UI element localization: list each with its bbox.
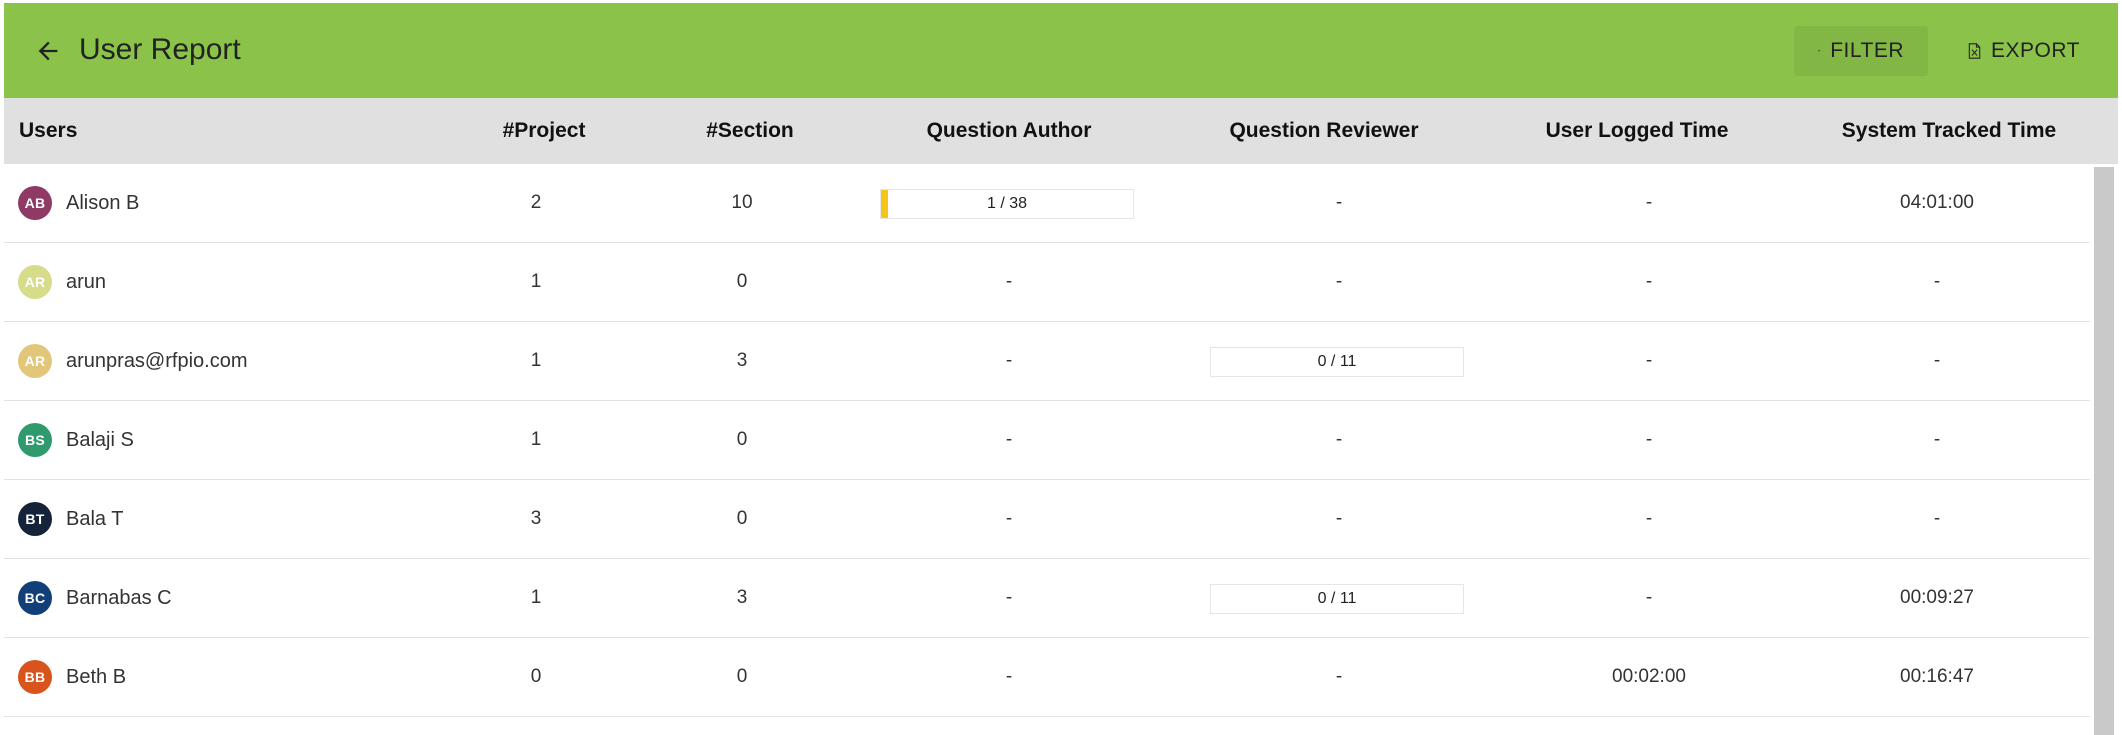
user-name[interactable]: Barnabas C <box>66 587 172 610</box>
question-author-value: - <box>1005 666 1013 687</box>
excel-file-icon <box>1968 43 1981 59</box>
table-row[interactable]: BT Bala T 3 0 - - - - <box>4 480 2090 559</box>
system-tracked-time: 04:01:00 <box>1900 192 1974 213</box>
table-header: Users #Project #Section Question Author … <box>4 98 2118 164</box>
avatar: BS <box>18 423 52 457</box>
section-count: 3 <box>736 350 748 371</box>
table-row[interactable]: AR arunpras@rfpio.com 1 3 - 0 / 11 - - <box>4 322 2090 401</box>
project-count: 1 <box>530 271 542 292</box>
progress-label: 1 / 38 <box>986 195 1028 212</box>
project-count: 3 <box>530 508 542 529</box>
avatar: AR <box>18 265 52 299</box>
system-tracked-time: - <box>1933 508 1941 529</box>
user-cell: AR arunpras@rfpio.com <box>18 322 247 400</box>
user-name[interactable]: arun <box>66 271 106 294</box>
avatar: AR <box>18 344 52 378</box>
vertical-scrollbar[interactable] <box>2094 167 2114 735</box>
project-count: 1 <box>530 350 542 371</box>
avatar: BT <box>18 502 52 536</box>
project-count: 1 <box>530 429 542 450</box>
system-tracked-time: 00:16:47 <box>1900 666 1974 687</box>
question-reviewer-progress[interactable]: 0 / 11 <box>1210 347 1464 377</box>
back-button[interactable] <box>32 35 64 67</box>
question-reviewer-value: - <box>1335 429 1343 450</box>
section-count: 10 <box>731 192 753 213</box>
export-label: EXPORT <box>1991 39 2080 62</box>
user-name[interactable]: Balaji S <box>66 429 134 452</box>
question-author-value: - <box>1005 350 1013 371</box>
user-cell: BC Barnabas C <box>18 559 172 637</box>
project-count: 0 <box>530 666 542 687</box>
project-count: 1 <box>530 587 542 608</box>
column-header-user-logged-time[interactable]: User Logged Time <box>1482 98 1792 164</box>
avatar: AB <box>18 186 52 220</box>
user-logged-time: - <box>1645 508 1653 529</box>
avatar: BC <box>18 581 52 615</box>
question-reviewer-progress[interactable]: 0 / 11 <box>1210 584 1464 614</box>
column-header-question-reviewer[interactable]: Question Reviewer <box>1169 98 1479 164</box>
user-name[interactable]: Alison B <box>66 192 139 215</box>
user-logged-time: - <box>1645 429 1653 450</box>
question-author-value: - <box>1005 508 1013 529</box>
section-count: 0 <box>736 508 748 529</box>
table-body: AB Alison B 2 10 1 / 38- -04:01:00 AR arun 1 0- - -… <box>4 164 2090 735</box>
user-cell: BB Beth B <box>18 638 126 716</box>
column-header-system-tracked-time[interactable]: System Tracked Time <box>1794 98 2104 164</box>
user-name[interactable]: arunpras@rfpio.com <box>66 350 247 373</box>
user-logged-time: - <box>1645 271 1653 292</box>
avatar: BB <box>18 660 52 694</box>
question-reviewer-value: - <box>1335 271 1343 292</box>
section-count: 0 <box>736 271 748 292</box>
column-header-users[interactable]: Users <box>19 98 319 164</box>
user-cell: BT Bala T <box>18 480 123 558</box>
column-header-section[interactable]: #Section <box>650 98 850 164</box>
user-report-page: User Report FILTER EXPORT Users #Project… <box>4 3 2118 735</box>
user-name[interactable]: Bala T <box>66 508 123 531</box>
page-title: User Report <box>79 33 241 66</box>
system-tracked-time: - <box>1933 271 1941 292</box>
table-row[interactable]: BC Barnabas C 1 3 - 0 / 11 - 00:09:27 <box>4 559 2090 638</box>
user-name[interactable]: Beth B <box>66 666 126 689</box>
question-reviewer-value: - <box>1335 508 1343 529</box>
question-author-progress[interactable]: 1 / 38 <box>880 189 1134 219</box>
export-button[interactable]: EXPORT <box>1944 26 2104 76</box>
progress-label: 0 / 11 <box>1317 590 1357 607</box>
user-logged-time: - <box>1645 587 1653 608</box>
filter-label: FILTER <box>1830 39 1904 62</box>
question-reviewer-value: - <box>1335 666 1343 687</box>
arrow-left-icon <box>38 41 58 61</box>
question-reviewer-value: - <box>1335 192 1343 213</box>
user-cell: AB Alison B <box>18 164 139 242</box>
system-tracked-time: - <box>1933 429 1941 450</box>
column-header-project[interactable]: #Project <box>444 98 644 164</box>
table-row[interactable]: AB Alison B 2 10 1 / 38 - - 04:01:00 <box>4 164 2090 243</box>
section-count: 0 <box>736 666 748 687</box>
user-cell: AR arun <box>18 243 106 321</box>
system-tracked-time: - <box>1933 350 1941 371</box>
question-author-value: - <box>1005 271 1013 292</box>
user-logged-time: 00:02:00 <box>1612 666 1686 687</box>
table-row[interactable]: BB Beth B 0 0 - - 00:02:00 00:16:47 <box>4 638 2090 717</box>
question-author-value: - <box>1005 587 1013 608</box>
system-tracked-time: 00:09:27 <box>1900 587 1974 608</box>
section-count: 0 <box>736 429 748 450</box>
section-count: 3 <box>736 587 748 608</box>
table-row[interactable]: BS Balaji S 1 0 - - - - <box>4 401 2090 480</box>
user-cell: BS Balaji S <box>18 401 134 479</box>
filter-icon <box>1818 50 1821 52</box>
app-header: User Report FILTER EXPORT <box>4 3 2118 98</box>
progress-label: 0 / 11 <box>1317 353 1357 370</box>
user-logged-time: - <box>1645 350 1653 371</box>
question-author-value: - <box>1005 429 1013 450</box>
table-row[interactable]: AR arun 1 0 - - - - <box>4 243 2090 322</box>
project-count: 2 <box>530 192 542 213</box>
filter-button[interactable]: FILTER <box>1794 26 1928 76</box>
user-logged-time: - <box>1645 192 1653 213</box>
column-header-question-author[interactable]: Question Author <box>854 98 1164 164</box>
